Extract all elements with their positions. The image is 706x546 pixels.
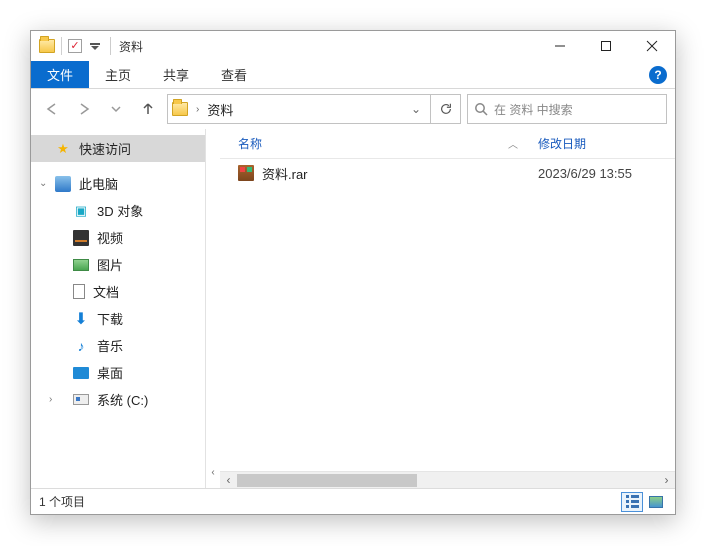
sidebar-item-desktop[interactable]: 桌面: [31, 359, 205, 386]
chevron-right-icon[interactable]: ›: [196, 104, 199, 115]
address-dropdown-icon[interactable]: ⌄: [406, 95, 426, 123]
nav-back-button[interactable]: [39, 96, 65, 122]
chevron-down-icon[interactable]: ⌄: [39, 178, 49, 189]
rar-archive-icon: [238, 165, 254, 181]
sidebar-item-music[interactable]: ♪ 音乐: [31, 332, 205, 359]
column-header-name[interactable]: 名称 ︿: [220, 135, 530, 152]
sidebar-item-label: 音乐: [97, 336, 123, 355]
refresh-button[interactable]: [431, 94, 461, 124]
column-header-modified[interactable]: 修改日期: [530, 135, 675, 152]
sidebar-item-3d-objects[interactable]: ▣ 3D 对象: [31, 197, 205, 224]
folder-icon: [39, 39, 55, 53]
navigation-pane: ★ 快速访问 ⌄ 此电脑 ▣ 3D 对象 视频: [31, 129, 206, 488]
picture-icon: [73, 259, 89, 271]
sidebar-item-videos[interactable]: 视频: [31, 224, 205, 251]
scrollbar-thumb[interactable]: [237, 474, 417, 487]
tree: ★ 快速访问 ⌄ 此电脑 ▣ 3D 对象 视频: [31, 135, 205, 488]
film-icon: [73, 230, 89, 246]
status-bar: 1 个项目: [31, 488, 675, 514]
tab-home[interactable]: 主页: [89, 61, 147, 88]
sidebar-item-label: 桌面: [97, 363, 123, 382]
window-title: 资料: [119, 38, 143, 55]
file-modified: 2023/6/29 13:55: [530, 166, 675, 181]
sidebar-item-label: 此电脑: [79, 174, 118, 193]
sidebar-item-label: 系统 (C:): [97, 390, 148, 409]
sidebar-item-label: 文档: [93, 282, 119, 301]
sidebar-collapse-button[interactable]: ‹: [206, 129, 220, 488]
sidebar-item-label: 图片: [97, 255, 123, 274]
help-button[interactable]: ?: [641, 61, 675, 88]
tab-share[interactable]: 共享: [147, 61, 205, 88]
window-controls: [537, 31, 675, 61]
navigation-bar: › 资料 ⌄ 在 资料 中搜索: [31, 89, 675, 129]
desktop-icon: [73, 367, 89, 379]
sidebar-item-quick-access[interactable]: ★ 快速访问: [31, 135, 205, 162]
column-headers: 名称 ︿ 修改日期: [220, 129, 675, 159]
nav-forward-button[interactable]: [71, 96, 97, 122]
this-pc-icon: [55, 176, 71, 192]
sort-ascending-icon: ︿: [508, 136, 518, 151]
view-details-button[interactable]: [621, 492, 643, 512]
file-list[interactable]: 资料.rar 2023/6/29 13:55: [220, 159, 675, 471]
search-input[interactable]: 在 资料 中搜索: [467, 94, 667, 124]
sidebar-item-pictures[interactable]: 图片: [31, 251, 205, 278]
file-name: 资料.rar: [262, 164, 308, 183]
properties-qat-icon[interactable]: ✓: [68, 39, 82, 53]
view-thumbnails-button[interactable]: [645, 492, 667, 512]
title-bar: ✓ 资料: [31, 31, 675, 61]
breadcrumb-segment[interactable]: 资料: [207, 100, 233, 119]
sidebar-item-documents[interactable]: 文档: [31, 278, 205, 305]
explorer-body: ★ 快速访问 ⌄ 此电脑 ▣ 3D 对象 视频: [31, 129, 675, 488]
scroll-right-button[interactable]: ›: [658, 472, 675, 489]
tab-view[interactable]: 查看: [205, 61, 263, 88]
separator: [61, 37, 62, 55]
sidebar-item-downloads[interactable]: ⬇ 下载: [31, 305, 205, 332]
explorer-window: ✓ 资料 文件 主页 共享 查看 ?: [30, 30, 676, 515]
ribbon-tabs: 文件 主页 共享 查看 ?: [31, 61, 675, 89]
sidebar-item-drive-c[interactable]: › 系统 (C:): [31, 386, 205, 413]
sidebar-item-label: 3D 对象: [97, 201, 143, 220]
folder-icon: [172, 102, 188, 116]
nav-history-dropdown[interactable]: [103, 96, 129, 122]
cube-icon: ▣: [73, 203, 89, 219]
separator: [110, 37, 111, 55]
search-placeholder: 在 资料 中搜索: [494, 101, 573, 118]
maximize-button[interactable]: [583, 31, 629, 61]
download-icon: ⬇: [73, 311, 89, 327]
quick-access-toolbar: ✓: [31, 37, 102, 55]
status-item-count: 1 个项目: [39, 493, 85, 510]
help-icon: ?: [649, 66, 667, 84]
document-icon: [73, 284, 85, 299]
table-row[interactable]: 资料.rar 2023/6/29 13:55: [220, 159, 675, 187]
horizontal-scrollbar[interactable]: ‹ ›: [220, 471, 675, 488]
tab-file[interactable]: 文件: [31, 61, 89, 88]
nav-up-button[interactable]: [135, 96, 161, 122]
sidebar-item-label: 下载: [97, 309, 123, 328]
scrollbar-track[interactable]: [237, 472, 658, 489]
address-bar[interactable]: › 资料 ⌄: [167, 94, 431, 124]
drive-icon: [73, 394, 89, 405]
thumbnails-view-icon: [649, 496, 663, 508]
column-header-label: 修改日期: [538, 137, 586, 151]
column-header-label: 名称: [238, 135, 262, 152]
qat-dropdown-icon[interactable]: [88, 38, 102, 54]
music-icon: ♪: [73, 338, 89, 354]
chevron-right-icon[interactable]: ›: [49, 394, 59, 405]
close-button[interactable]: [629, 31, 675, 61]
star-icon: ★: [55, 141, 71, 157]
sidebar-item-label: 视频: [97, 228, 123, 247]
minimize-button[interactable]: [537, 31, 583, 61]
sidebar-item-this-pc[interactable]: ⌄ 此电脑: [31, 170, 205, 197]
file-list-pane: 名称 ︿ 修改日期 资料.rar 2023/6/29 13:55 ‹: [220, 129, 675, 488]
details-view-icon: [626, 495, 639, 508]
sidebar-item-label: 快速访问: [79, 139, 131, 158]
scroll-left-button[interactable]: ‹: [220, 472, 237, 489]
